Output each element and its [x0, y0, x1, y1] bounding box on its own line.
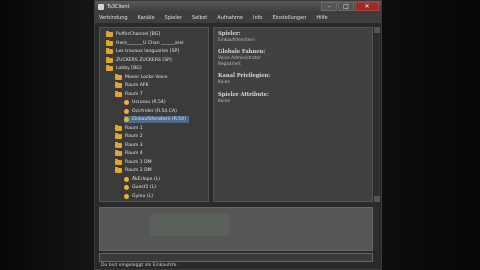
menu-spieler[interactable]: Spieler: [165, 15, 182, 21]
tree-user-item[interactable]: ÄkErlope (L): [124, 176, 160, 183]
tree-item-label: Mover Locke Voice: [125, 74, 168, 80]
folder-icon: [106, 65, 113, 71]
tree-item-label: ZUCKERS ZUCKERS [SP]: [116, 57, 172, 63]
tree-channel-item[interactable]: Lobby [BG]: [106, 65, 142, 72]
tree-channel-item[interactable]: Raum 1: [115, 124, 143, 132]
tree-user-item[interactable]: Guest1 (L): [124, 184, 156, 191]
tree-item-label: Here_______U Chan ______arel: [116, 40, 184, 46]
menu-aufnahme[interactable]: Aufnahme: [217, 15, 243, 21]
menu-selbst[interactable]: Selbst: [192, 15, 207, 21]
menu-info[interactable]: Info: [253, 15, 262, 21]
tree-channel-item[interactable]: PufferChannel [BG]: [106, 31, 160, 38]
tree-item-label: Raum 1 DM: [125, 159, 152, 165]
folder-icon: [115, 73, 122, 80]
user-icon: [124, 108, 129, 114]
folder-icon: [115, 90, 122, 97]
info-value-channel-privileges: Keine: [218, 80, 231, 85]
title-bar[interactable]: Ts3Client – □ ✕: [95, 1, 381, 13]
app-icon: [98, 4, 104, 10]
user-icon: [124, 185, 129, 190]
folder-icon: [115, 133, 122, 139]
tree-item-label: Gyinu (L): [132, 193, 153, 199]
tree-user-item[interactable]: Ocirfrider (R.54.CA): [124, 108, 177, 115]
tree-channel-item[interactable]: Raum 7: [115, 90, 143, 98]
tree-user-item[interactable]: Usrussu (R.54): [124, 99, 166, 106]
folder-icon: [106, 48, 113, 54]
menu-hilfe[interactable]: Hilfe: [316, 15, 327, 21]
app-window: Ts3Client – □ ✕ Verbindung Kanäle Spiele…: [94, 0, 382, 270]
tree-channel-item[interactable]: Raum 2 DM: [115, 167, 152, 174]
tree-item-label: PufferChannel [BG]: [116, 32, 161, 37]
info-value-global-flags: Voice Administrator Registriert: [218, 56, 262, 67]
tree-channel-item[interactable]: Raum 2: [115, 133, 143, 140]
tree-channel-item[interactable]: ZUCKERS ZUCKERS [SP]: [106, 56, 172, 64]
tree-user-item[interactable]: Einkaufsfenstern (R.54): [124, 116, 189, 123]
tree-item-label: Ocirfrider (R.54.CA): [132, 108, 177, 114]
tree-channel-item[interactable]: Raum AFK: [115, 82, 149, 89]
scroll-down-arrow-icon[interactable]: [374, 196, 380, 202]
chat-input[interactable]: [99, 253, 373, 262]
folder-icon: [115, 167, 122, 173]
folder-icon: [106, 56, 113, 63]
tree-item-label: Raum 2 DM: [125, 168, 152, 173]
menu-bar: Verbindung Kanäle Spieler Selbst Aufnahm…: [95, 13, 381, 23]
user-icon: [124, 100, 129, 105]
tree-channel-item[interactable]: Raum 1 DM: [115, 158, 152, 166]
minimize-button[interactable]: –: [321, 2, 337, 11]
user-icon: [124, 193, 129, 199]
user-icon: [124, 117, 129, 122]
info-heading-player-attributes: Spieler Attribute:: [218, 92, 269, 98]
tree-channel-item[interactable]: Les travaux languaries [SP]: [106, 48, 179, 55]
window-controls: – □ ✕: [321, 2, 379, 11]
tree-item-label: Raum AFK: [125, 83, 149, 88]
tree-item-label: Raum 7: [125, 91, 143, 97]
info-panel: Spieler: Einkaufsfenstern Globale Fahnen…: [213, 27, 373, 202]
tree-channel-item[interactable]: Mover Locke Voice: [115, 73, 168, 81]
menu-einstellungen[interactable]: Einstellungen: [272, 15, 306, 21]
info-scrollbar[interactable]: [374, 27, 380, 202]
chat-content-blur: [150, 214, 230, 236]
chat-scrollbar[interactable]: [373, 207, 379, 251]
tree-item-label: Raum 2: [125, 134, 143, 139]
folder-icon: [115, 141, 122, 148]
scroll-up-arrow-icon[interactable]: [374, 27, 380, 33]
tree-channel-item[interactable]: Here_______U Chan ______arel: [106, 39, 184, 47]
tree-item-label: Lobby [BG]: [116, 66, 142, 71]
info-value-player-attributes: Keine: [218, 99, 231, 104]
menu-verbindung[interactable]: Verbindung: [99, 15, 128, 21]
folder-icon: [115, 150, 122, 156]
tree-item-label: ÄkErlope (L): [132, 176, 161, 182]
info-heading-channel-privileges: Kanal Privilegien:: [218, 73, 271, 79]
tree-item-label: Raum 4: [125, 151, 143, 156]
info-heading-global-flags: Globale Fahnen:: [218, 49, 266, 55]
folder-icon: [106, 31, 113, 37]
channel-tree[interactable]: PufferChannel [BG] Here_______U Chan ____…: [99, 27, 209, 202]
tree-user-item[interactable]: Gyinu (L): [124, 193, 153, 200]
folder-icon: [115, 158, 122, 165]
tree-item-label: Les travaux languaries [SP]: [116, 49, 180, 54]
folder-icon: [115, 124, 122, 131]
window-title: Ts3Client: [107, 4, 130, 10]
tree-item-label: Guest1 (L): [132, 185, 157, 190]
tree-channel-item[interactable]: Raum 4: [115, 150, 143, 157]
tree-item-label: Usrussu (R.54): [132, 100, 166, 105]
close-button[interactable]: ✕: [355, 2, 379, 11]
folder-icon: [115, 82, 122, 88]
info-heading-player: Spieler:: [218, 31, 241, 37]
tree-item-label: Einkaufsfenstern (R.54): [132, 117, 186, 122]
tree-channel-item[interactable]: Raum 3: [115, 141, 143, 149]
maximize-button[interactable]: □: [338, 2, 354, 11]
tree-item-label: Raum 1: [125, 125, 143, 131]
chat-log[interactable]: [99, 207, 373, 251]
menu-kanaele[interactable]: Kanäle: [138, 15, 155, 21]
status-bar-text: Du bist eingeloggt als Einkaufsfe: [101, 263, 177, 268]
user-icon: [124, 176, 129, 182]
folder-icon: [106, 39, 113, 46]
tree-item-label: Raum 3: [125, 142, 143, 148]
info-value-player: Einkaufsfenstern: [218, 38, 255, 43]
